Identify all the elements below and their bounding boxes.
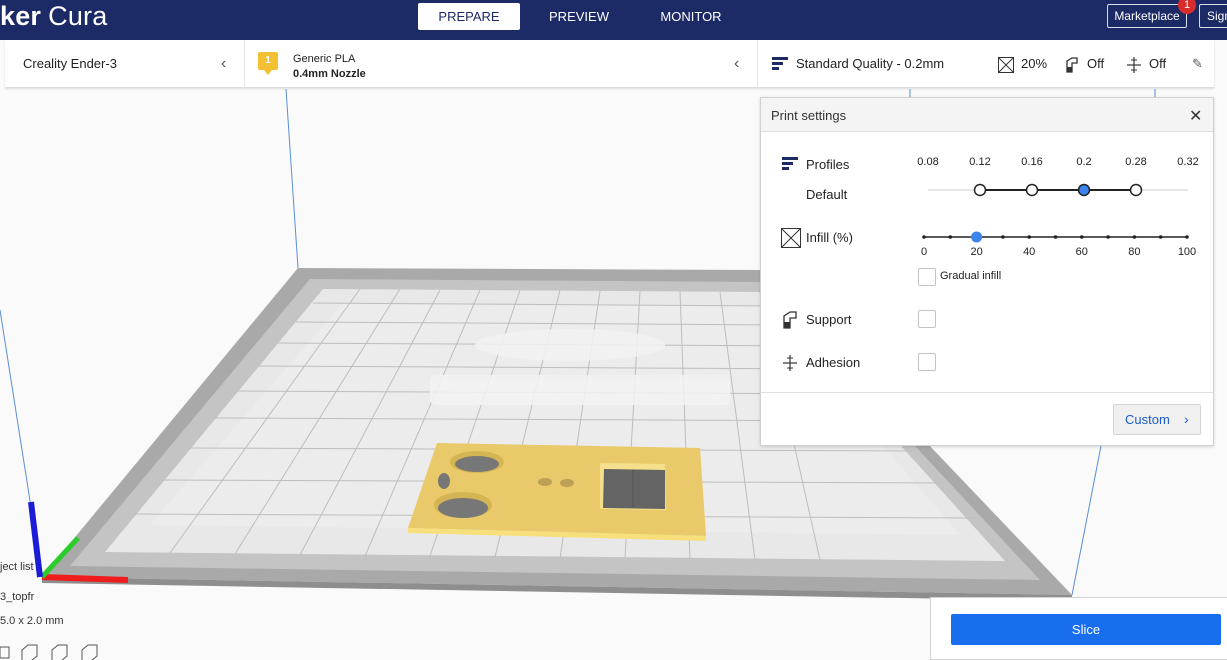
pencil-icon[interactable]: ✎	[1192, 56, 1203, 72]
support-icon	[783, 311, 797, 329]
infill-slider-handle[interactable]	[971, 231, 983, 243]
print-settings-title: Print settings	[771, 108, 847, 123]
slice-panel: Slice	[930, 597, 1227, 660]
adhesion-icon	[783, 355, 797, 371]
profile-tick-label: 0.16	[1021, 156, 1043, 168]
profile-tick-label: 0.12	[969, 156, 991, 168]
support-checkbox[interactable]	[918, 310, 936, 328]
printer-configuration-bar: Creality Ender-3 ‹ 1 Generic PLA 0.4mm N…	[5, 40, 1214, 88]
infill-slider-step	[1106, 235, 1110, 239]
brand-name-part2: Cura	[48, 1, 108, 31]
profile-icon	[772, 57, 788, 70]
print-settings-toggle[interactable]: Standard Quality - 0.2mm 20% Off Off ✎	[758, 40, 1214, 88]
slice-button[interactable]: Slice	[951, 614, 1221, 645]
infill-slider-step	[922, 235, 926, 239]
infill-slider-step	[1185, 235, 1189, 239]
chevron-right-icon: ›	[1184, 411, 1189, 427]
profile-slider-handle[interactable]	[1077, 183, 1091, 197]
tab-monitor[interactable]: MONITOR	[635, 3, 747, 30]
support-label: Support	[806, 312, 852, 327]
infill-slider-step	[1053, 235, 1058, 239]
infill-tick-label: 80	[1128, 246, 1141, 258]
profile-slider-stop[interactable]	[1129, 183, 1143, 197]
profile-tick-label: 0.32	[1177, 156, 1199, 168]
infill-tick-label: 100	[1177, 246, 1197, 258]
infill-slider-step	[1080, 235, 1084, 239]
adhesion-checkbox[interactable]	[918, 353, 936, 371]
infill-tick-label: 0	[920, 246, 928, 258]
nozzle-size: 0.4mm Nozzle	[293, 68, 366, 80]
adhesion-icon	[1127, 57, 1141, 73]
gradual-infill-checkbox[interactable]	[918, 268, 936, 286]
custom-button-label: Custom	[1125, 412, 1170, 427]
extruder-icon: 1	[258, 52, 278, 75]
profile-slider-stop[interactable]	[973, 183, 987, 197]
chevron-left-icon: ‹	[734, 55, 740, 72]
material-selector[interactable]: 1 Generic PLA 0.4mm Nozzle ‹	[245, 40, 758, 88]
sign-in-button[interactable]: Sign	[1199, 4, 1227, 28]
infill-value: 20%	[1021, 56, 1048, 71]
gradual-infill-label: Gradual infill	[940, 270, 1002, 282]
profile-icon	[782, 157, 798, 170]
infill-tick-label: 40	[1023, 246, 1036, 258]
adhesion-label: Adhesion	[806, 355, 861, 370]
infill-slider[interactable]	[916, 227, 1196, 247]
infill-slider-step	[948, 235, 953, 239]
top-bar: ker Cura PREPARE PREVIEW MONITOR Marketpl…	[0, 0, 1227, 40]
profile-slider-stop[interactable]	[1025, 183, 1039, 197]
tab-preview[interactable]: PREVIEW	[523, 3, 635, 30]
profile-tick-label: 0.28	[1125, 156, 1147, 168]
custom-settings-button[interactable]: Custom ›	[1113, 404, 1201, 435]
infill-slider-step	[1027, 235, 1031, 239]
panel-divider	[761, 392, 1213, 393]
layer-height-slider[interactable]	[921, 180, 1196, 200]
infill-label: Infill (%)	[806, 230, 853, 245]
profiles-default-label: Default	[806, 187, 848, 202]
quality-profile-label: Standard Quality - 0.2mm	[796, 56, 945, 71]
infill-slider-step	[1001, 235, 1005, 239]
infill-icon	[781, 228, 801, 248]
infill-icon	[998, 57, 1014, 73]
profiles-label: Profiles	[806, 157, 850, 172]
object-dimensions: 5.0 x 2.0 mm	[0, 615, 64, 627]
infill-slider-step	[1158, 235, 1163, 239]
support-icon	[1066, 57, 1078, 73]
profile-tick-label: 0.08	[917, 156, 939, 168]
printer-name: Creality Ender-3	[23, 56, 117, 71]
support-value: Off	[1087, 56, 1105, 71]
print-settings-header: Print settings ✕	[761, 98, 1213, 132]
marketplace-button[interactable]: Marketplace	[1107, 4, 1187, 28]
infill-slider-step	[1132, 235, 1137, 239]
close-icon[interactable]: ✕	[1189, 106, 1202, 126]
printer-selector[interactable]: Creality Ender-3 ‹	[5, 40, 245, 88]
chevron-left-icon: ‹	[221, 55, 227, 72]
object-list-title[interactable]: ject list	[0, 561, 34, 573]
print-settings-panel: Print settings ✕ Profiles Default Infill…	[760, 97, 1214, 446]
material-name: Generic PLA	[293, 53, 356, 65]
brand-name-part1: ker	[0, 1, 42, 31]
infill-tick-label: 20	[970, 246, 983, 258]
app-logo: ker Cura	[0, 0, 107, 32]
stage-tabs: PREPARE PREVIEW MONITOR	[418, 3, 747, 30]
object-name[interactable]: 3_topfr	[0, 591, 34, 603]
profile-tick-label: 0.2	[1076, 156, 1092, 168]
tab-prepare[interactable]: PREPARE	[418, 3, 520, 30]
marketplace-notification-badge: 1	[1178, 0, 1196, 14]
adhesion-value: Off	[1149, 56, 1167, 71]
infill-tick-label: 60	[1075, 246, 1088, 258]
